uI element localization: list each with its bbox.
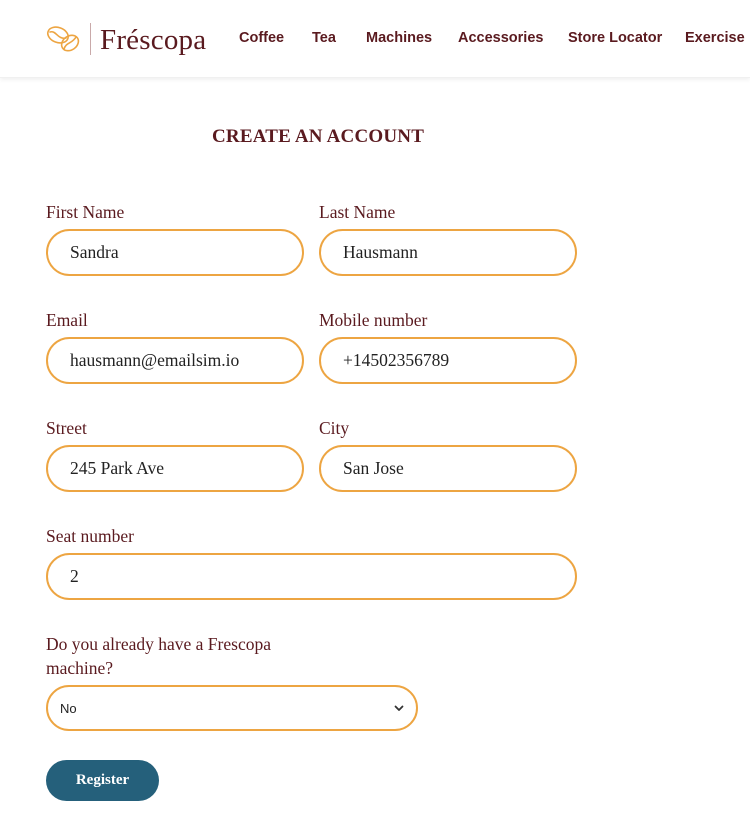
- machine-question-label: Do you already have a Frescopa machine?: [46, 632, 271, 680]
- email-label: Email: [46, 310, 88, 330]
- nav-tea[interactable]: Tea: [312, 30, 336, 46]
- nav-machines[interactable]: Machines: [366, 30, 432, 46]
- last-name-input[interactable]: [319, 229, 577, 276]
- site-header: Fréscopa Coffee Tea Machines Accessories…: [0, 0, 750, 78]
- city-input[interactable]: [319, 445, 577, 492]
- nav-accessories[interactable]: Accessories: [458, 30, 543, 46]
- register-button[interactable]: Register: [46, 760, 159, 801]
- nav-exercise[interactable]: Exercise: [685, 30, 745, 46]
- street-label: Street: [46, 418, 87, 438]
- mobile-input[interactable]: [319, 337, 577, 384]
- first-name-label: First Name: [46, 202, 125, 222]
- nav-store-locator[interactable]: Store Locator: [568, 30, 662, 46]
- last-name-label: Last Name: [319, 202, 396, 222]
- mobile-label: Mobile number: [319, 310, 428, 330]
- email-input[interactable]: [46, 337, 304, 384]
- street-input[interactable]: [46, 445, 304, 492]
- city-label: City: [319, 418, 350, 438]
- page-title: CREATE AN ACCOUNT: [212, 126, 425, 147]
- machine-question-line2: machine?: [46, 658, 114, 678]
- seat-number-label: Seat number: [46, 526, 134, 546]
- main-nav: Coffee Tea Machines Accessories Store Lo…: [0, 30, 750, 50]
- nav-coffee[interactable]: Coffee: [239, 30, 284, 46]
- first-name-input[interactable]: [46, 229, 304, 276]
- machine-select-value: No: [60, 700, 77, 716]
- machine-question-line1: Do you already have a Frescopa: [46, 634, 271, 654]
- chevron-down-icon: [394, 705, 404, 711]
- machine-select[interactable]: No: [46, 685, 418, 731]
- seat-number-input[interactable]: [46, 553, 577, 600]
